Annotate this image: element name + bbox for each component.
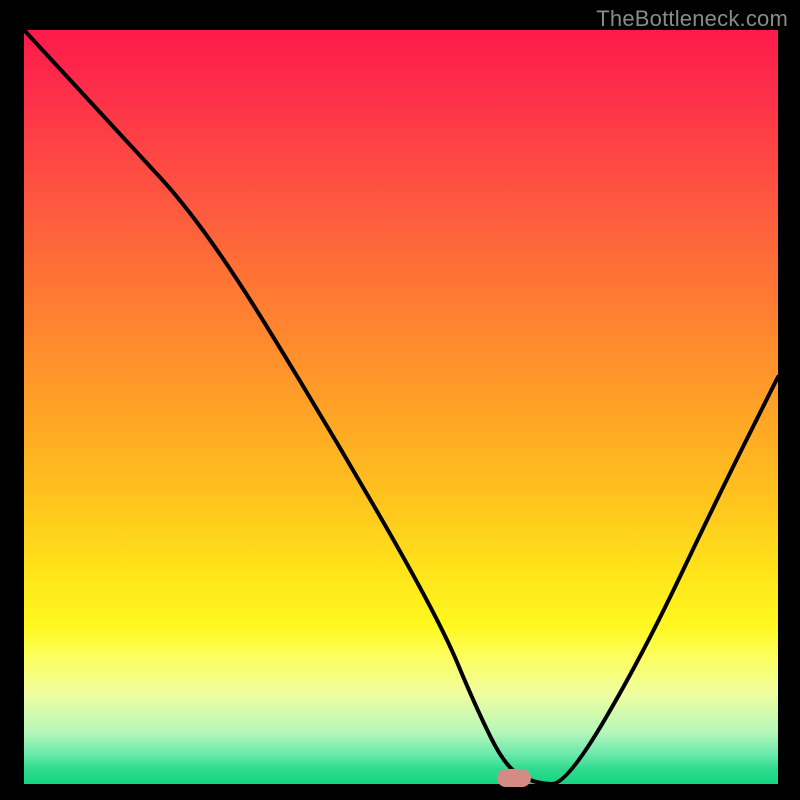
watermark-text: TheBottleneck.com — [596, 6, 788, 32]
chart-frame: TheBottleneck.com — [0, 0, 800, 800]
plot-area — [24, 30, 778, 784]
bottleneck-curve — [24, 30, 778, 784]
curve-path — [24, 30, 778, 784]
optimal-point-marker — [497, 769, 531, 787]
